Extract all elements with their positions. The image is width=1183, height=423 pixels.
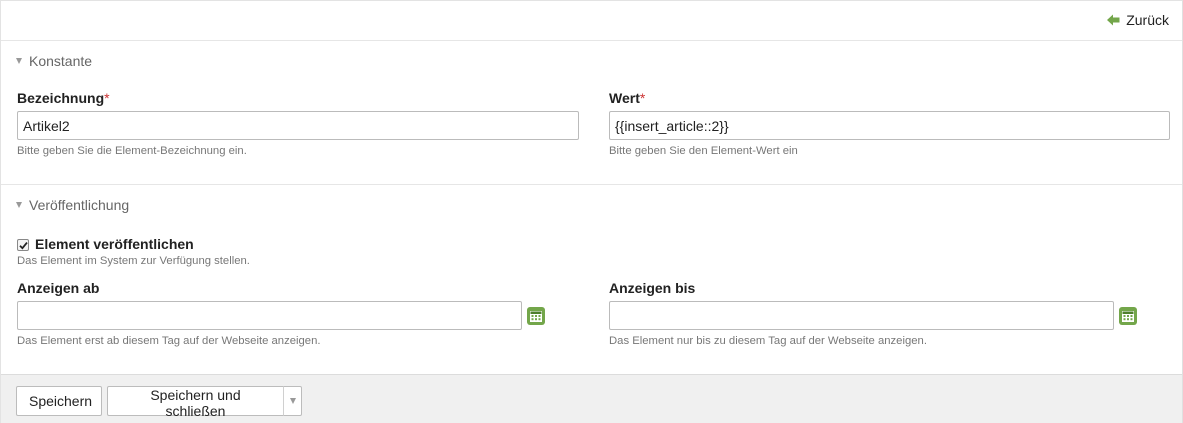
stop-help: Das Element nur bis zu diesem Tag auf de… [609,335,927,347]
name-input[interactable] [17,111,579,140]
value-label-text: Wert [609,90,640,106]
top-bar: Zurück [1,1,1182,41]
name-label: Bezeichnung* [17,90,110,106]
name-label-text: Bezeichnung [17,90,105,106]
back-label: Zurück [1126,12,1169,28]
calendar-icon[interactable] [527,307,545,325]
publish-checkbox[interactable] [17,239,29,251]
start-help: Das Element erst ab diesem Tag auf der W… [17,335,321,347]
value-label: Wert* [609,90,645,106]
value-help: Bitte geben Sie den Element-Wert ein [609,145,798,157]
value-input[interactable] [609,111,1170,140]
name-help: Bitte geben Sie die Element-Bezeichnung … [17,145,247,157]
start-date-input[interactable] [17,301,522,330]
stop-label: Anzeigen bis [609,280,696,296]
section-divider [1,184,1182,185]
publish-label[interactable]: Element veröffentlichen [35,236,194,252]
collapse-triangle-icon [16,202,22,208]
arrow-left-icon [1107,14,1120,26]
collapse-triangle-icon [16,58,22,64]
required-mark: * [104,90,110,106]
save-and-close-button[interactable]: Speichern und schließen [107,386,284,419]
stop-date-input[interactable] [609,301,1114,330]
form-footer: Speichern Speichern und schließen [1,374,1182,423]
publish-help: Das Element im System zur Verfügung stel… [17,255,250,267]
section-title-publish: Veröffentlichung [29,197,130,213]
required-mark: * [639,90,646,106]
section-title-constant: Konstante [29,53,93,69]
section-toggle-publish[interactable]: Veröffentlichung [16,197,129,213]
save-button[interactable]: Speichern [16,386,102,416]
section-toggle-constant[interactable]: Konstante [16,53,92,69]
calendar-icon[interactable] [1119,307,1137,325]
checkmark-icon [18,241,28,250]
save-options-toggle[interactable] [283,386,302,416]
edit-form: Zurück Konstante Bezeichnung* Bitte gebe… [0,0,1183,423]
chevron-down-icon [289,398,296,404]
back-link[interactable]: Zurück [1107,12,1169,28]
start-label: Anzeigen ab [17,280,100,296]
